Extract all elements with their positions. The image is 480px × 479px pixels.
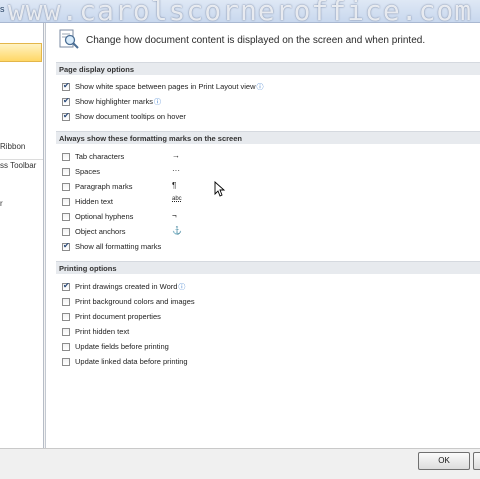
checkbox[interactable] [62,298,70,306]
sidebar-item-quick-access-toolbar[interactable]: ss Toolbar [0,161,36,170]
checkbox[interactable] [62,358,70,366]
sidebar-item-trust-center[interactable]: r [0,199,3,208]
tab-arrow-icon: → [172,151,180,160]
checkbox[interactable] [62,168,70,176]
info-icon: ⓘ [178,284,186,291]
checkbox[interactable] [62,96,70,106]
optional-hyphen-icon: ¬ [172,211,177,220]
dialog-footer [0,448,480,479]
checkbox[interactable] [62,183,70,191]
sidebar-divider [0,159,43,160]
checkbox[interactable] [62,241,70,251]
sidebar-item-customize-ribbon[interactable]: Ribbon [0,142,25,151]
checkbox[interactable] [62,228,70,236]
section-formatting-marks: Always show these formatting marks on th… [56,131,480,144]
section-page-display: Page display options [56,62,480,75]
options-sidebar: Ribbon ss Toolbar r [0,23,44,448]
header-description: Change how document content is displayed… [86,35,426,46]
magnifier-document-icon [59,29,79,49]
checkbox[interactable] [62,111,70,121]
checkbox[interactable] [62,328,70,336]
anchor-icon: ⚓ [172,226,182,235]
checkbox[interactable] [62,198,70,206]
section-printing: Printing options [56,261,480,274]
space-dots-icon: ··· [172,166,180,175]
sidebar-item-display-selected[interactable] [0,43,42,62]
info-icon: ⓘ [256,84,264,91]
info-icon: ⓘ [153,99,161,106]
hidden-text-icon: abc [172,196,182,202]
cancel-button[interactable] [473,452,480,470]
pilcrow-icon: ¶ [172,181,177,190]
checkbox[interactable] [62,153,70,161]
checkbox[interactable] [62,81,70,91]
checkbox[interactable] [62,213,70,221]
checkbox[interactable] [62,343,70,351]
mouse-cursor-icon [214,181,226,197]
ok-button[interactable]: OK [418,452,470,470]
checkbox[interactable] [62,313,70,321]
options-content-panel: Change how document content is displayed… [45,23,480,448]
checkbox[interactable] [62,281,70,291]
